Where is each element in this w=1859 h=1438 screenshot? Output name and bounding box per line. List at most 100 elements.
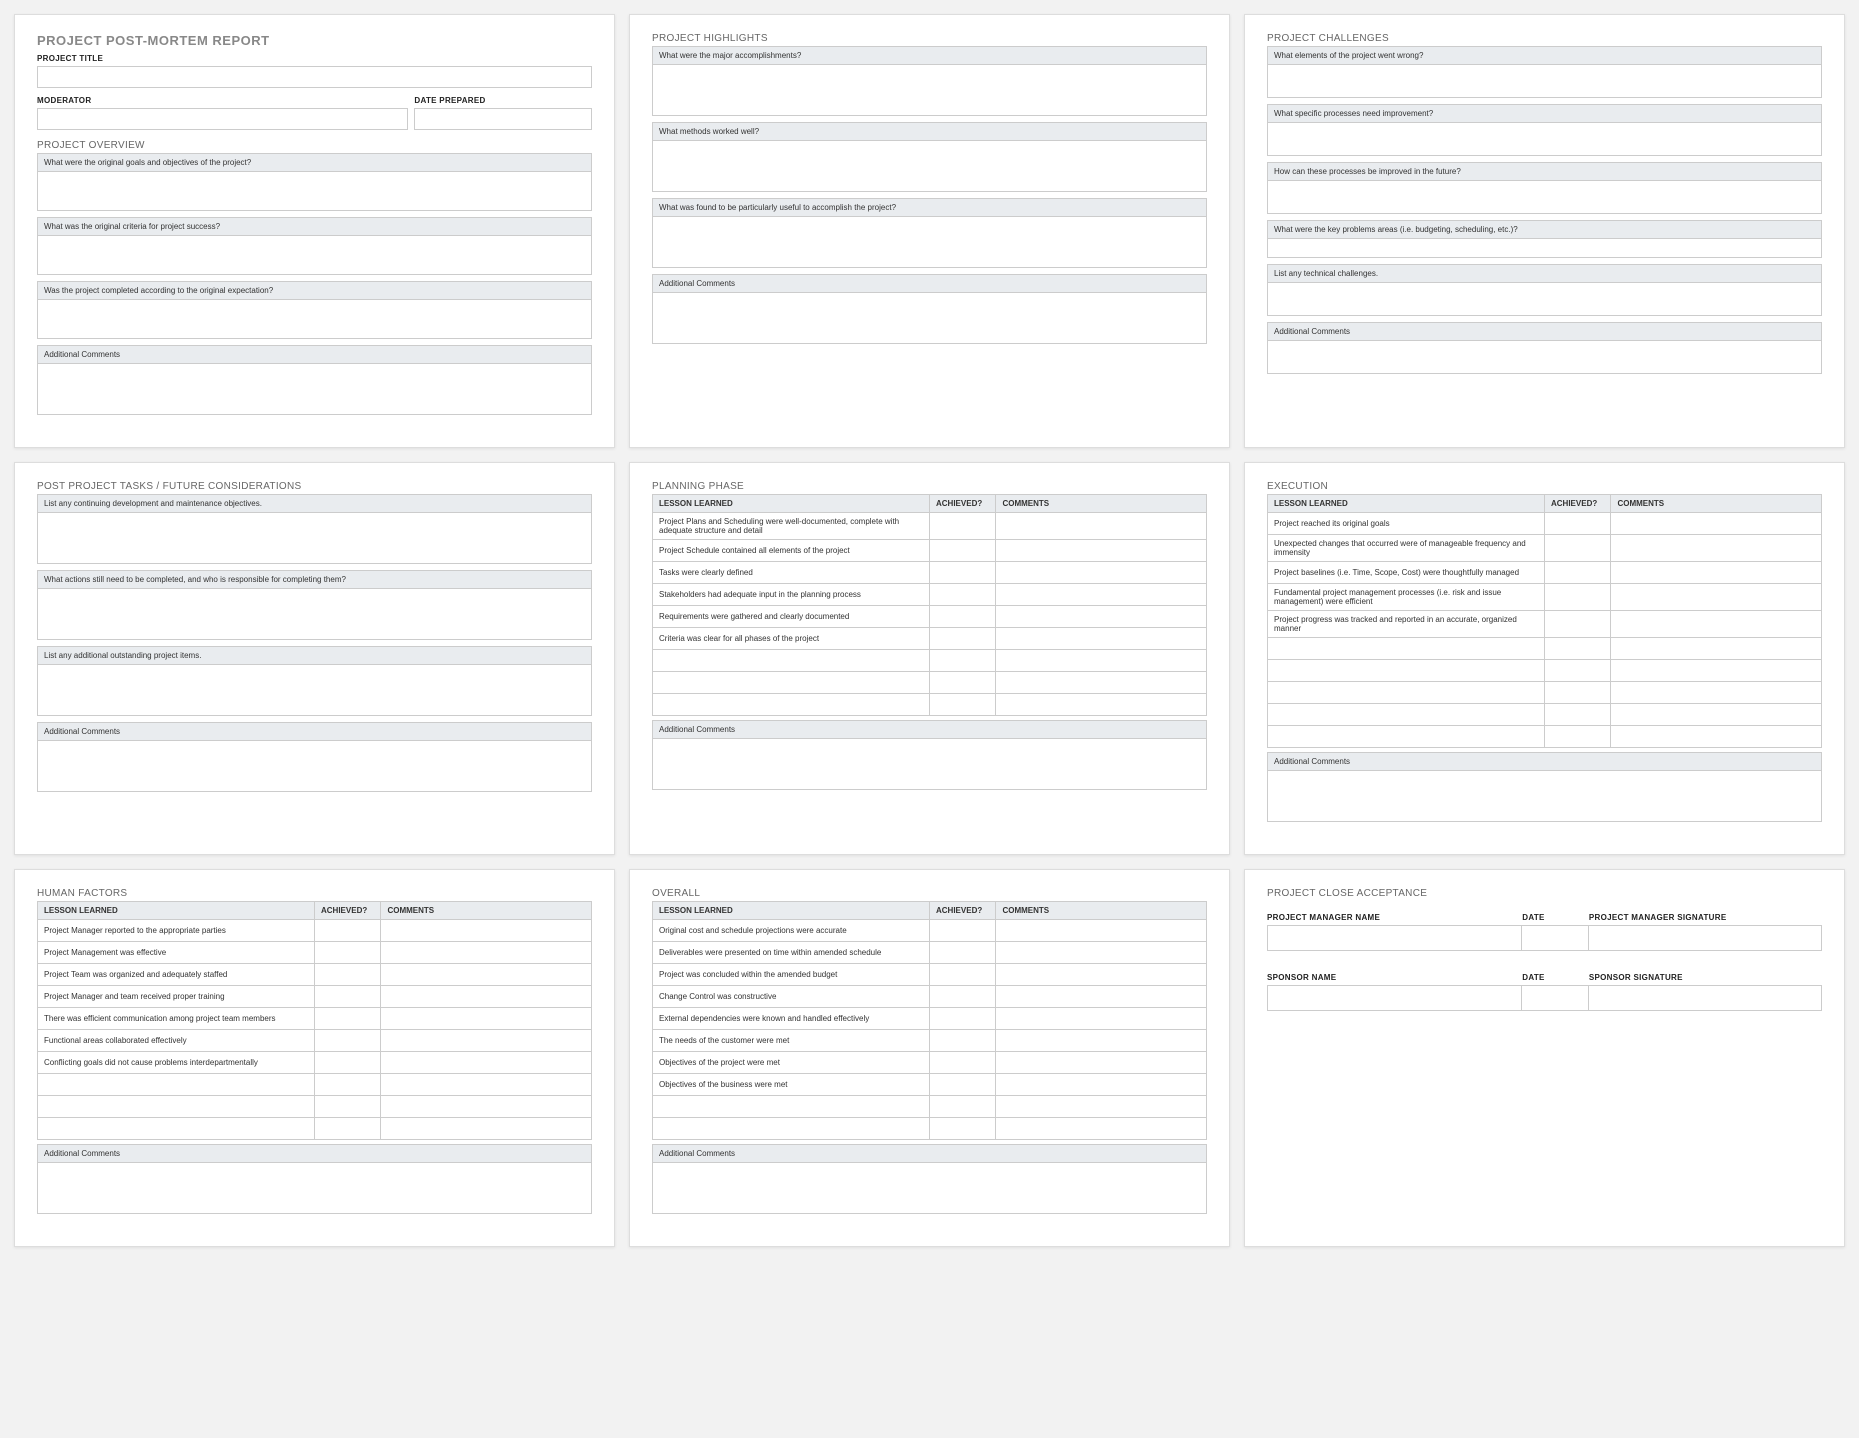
- cell-comments[interactable]: [381, 1008, 592, 1030]
- cell-achieved[interactable]: [930, 1052, 996, 1074]
- cell-achieved[interactable]: [930, 513, 996, 540]
- cell-achieved[interactable]: [315, 1030, 381, 1052]
- cell-achieved[interactable]: [1545, 562, 1611, 584]
- cell-comments[interactable]: [381, 1030, 592, 1052]
- input-date-prepared[interactable]: [414, 108, 592, 130]
- cell-achieved[interactable]: [315, 1052, 381, 1074]
- box-challenges-2[interactable]: [1267, 122, 1822, 156]
- cell-comments[interactable]: [381, 1118, 592, 1140]
- cell-comments[interactable]: [996, 513, 1207, 540]
- cell-achieved[interactable]: [1545, 535, 1611, 562]
- cell-achieved[interactable]: [315, 1118, 381, 1140]
- cell-achieved[interactable]: [315, 1074, 381, 1096]
- cell-comments[interactable]: [996, 562, 1207, 584]
- cell-achieved[interactable]: [930, 1118, 996, 1140]
- cell-comments[interactable]: [996, 1052, 1207, 1074]
- cell-comments[interactable]: [996, 584, 1207, 606]
- cell-achieved[interactable]: [1545, 704, 1611, 726]
- cell-comments[interactable]: [381, 964, 592, 986]
- cell-comments[interactable]: [996, 1030, 1207, 1052]
- box-post-comments[interactable]: [37, 740, 592, 792]
- cell-comments[interactable]: [1611, 682, 1822, 704]
- input-pm-name[interactable]: [1267, 925, 1522, 951]
- cell-comments[interactable]: [381, 986, 592, 1008]
- cell-achieved[interactable]: [1545, 513, 1611, 535]
- cell-achieved[interactable]: [930, 1074, 996, 1096]
- cell-comments[interactable]: [996, 672, 1207, 694]
- box-highlights-1[interactable]: [652, 64, 1207, 116]
- cell-comments[interactable]: [996, 1074, 1207, 1096]
- cell-achieved[interactable]: [930, 986, 996, 1008]
- cell-comments[interactable]: [996, 964, 1207, 986]
- cell-achieved[interactable]: [930, 964, 996, 986]
- box-overview-3[interactable]: [37, 299, 592, 339]
- box-challenges-4[interactable]: [1267, 238, 1822, 258]
- cell-achieved[interactable]: [930, 584, 996, 606]
- box-highlights-comments[interactable]: [652, 292, 1207, 344]
- input-sponsor-sig[interactable]: [1589, 985, 1822, 1011]
- cell-achieved[interactable]: [315, 920, 381, 942]
- cell-comments[interactable]: [381, 1096, 592, 1118]
- cell-comments[interactable]: [996, 606, 1207, 628]
- cell-achieved[interactable]: [930, 606, 996, 628]
- cell-achieved[interactable]: [930, 650, 996, 672]
- box-post-2[interactable]: [37, 588, 592, 640]
- cell-comments[interactable]: [996, 694, 1207, 716]
- cell-achieved[interactable]: [930, 628, 996, 650]
- box-challenges-5[interactable]: [1267, 282, 1822, 316]
- cell-comments[interactable]: [1611, 535, 1822, 562]
- cell-achieved[interactable]: [315, 964, 381, 986]
- box-execution-comments[interactable]: [1267, 770, 1822, 822]
- input-moderator[interactable]: [37, 108, 408, 130]
- cell-achieved[interactable]: [315, 1008, 381, 1030]
- cell-achieved[interactable]: [930, 1008, 996, 1030]
- box-overview-comments[interactable]: [37, 363, 592, 415]
- box-challenges-1[interactable]: [1267, 64, 1822, 98]
- cell-comments[interactable]: [996, 628, 1207, 650]
- input-sponsor-date[interactable]: [1522, 985, 1589, 1011]
- box-human-comments[interactable]: [37, 1162, 592, 1214]
- cell-comments[interactable]: [996, 1008, 1207, 1030]
- box-challenges-3[interactable]: [1267, 180, 1822, 214]
- cell-comments[interactable]: [381, 920, 592, 942]
- box-post-1[interactable]: [37, 512, 592, 564]
- cell-comments[interactable]: [1611, 726, 1822, 748]
- cell-achieved[interactable]: [1545, 682, 1611, 704]
- cell-achieved[interactable]: [315, 986, 381, 1008]
- box-planning-comments[interactable]: [652, 738, 1207, 790]
- cell-achieved[interactable]: [1545, 660, 1611, 682]
- cell-achieved[interactable]: [930, 1030, 996, 1052]
- cell-achieved[interactable]: [315, 1096, 381, 1118]
- cell-achieved[interactable]: [1545, 611, 1611, 638]
- cell-achieved[interactable]: [930, 942, 996, 964]
- cell-achieved[interactable]: [930, 694, 996, 716]
- cell-achieved[interactable]: [1545, 638, 1611, 660]
- box-overview-2[interactable]: [37, 235, 592, 275]
- cell-comments[interactable]: [1611, 660, 1822, 682]
- box-highlights-3[interactable]: [652, 216, 1207, 268]
- cell-comments[interactable]: [1611, 562, 1822, 584]
- cell-comments[interactable]: [1611, 638, 1822, 660]
- cell-comments[interactable]: [996, 920, 1207, 942]
- cell-achieved[interactable]: [930, 562, 996, 584]
- cell-comments[interactable]: [1611, 584, 1822, 611]
- cell-achieved[interactable]: [1545, 584, 1611, 611]
- cell-comments[interactable]: [996, 650, 1207, 672]
- cell-achieved[interactable]: [930, 1096, 996, 1118]
- cell-achieved[interactable]: [930, 672, 996, 694]
- box-challenges-comments[interactable]: [1267, 340, 1822, 374]
- cell-achieved[interactable]: [930, 540, 996, 562]
- cell-comments[interactable]: [1611, 611, 1822, 638]
- cell-achieved[interactable]: [930, 920, 996, 942]
- input-pm-date[interactable]: [1522, 925, 1589, 951]
- cell-comments[interactable]: [381, 1074, 592, 1096]
- box-overall-comments[interactable]: [652, 1162, 1207, 1214]
- cell-comments[interactable]: [996, 942, 1207, 964]
- box-highlights-2[interactable]: [652, 140, 1207, 192]
- cell-comments[interactable]: [996, 1118, 1207, 1140]
- cell-comments[interactable]: [1611, 704, 1822, 726]
- cell-achieved[interactable]: [315, 942, 381, 964]
- cell-comments[interactable]: [996, 1096, 1207, 1118]
- cell-comments[interactable]: [1611, 513, 1822, 535]
- cell-comments[interactable]: [996, 986, 1207, 1008]
